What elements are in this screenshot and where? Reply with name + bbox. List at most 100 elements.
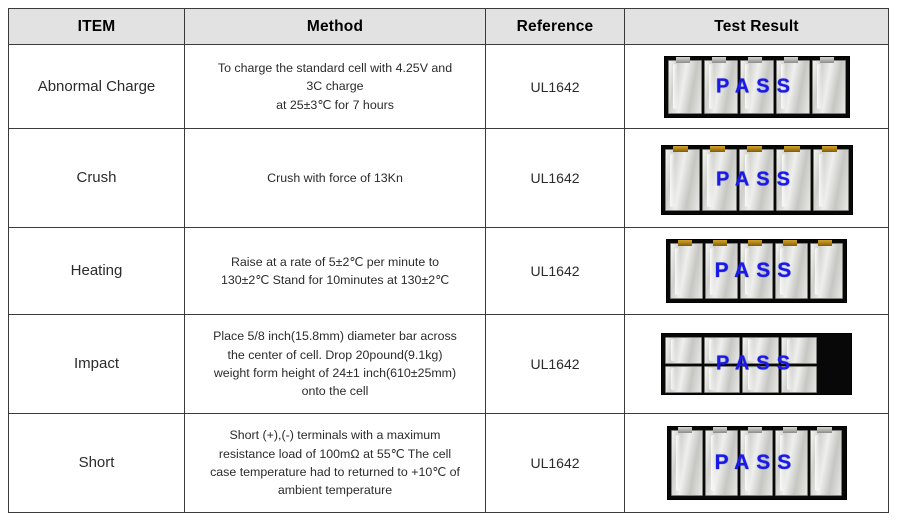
table-body: Abnormal Charge To charge the standard c… (8, 43, 889, 514)
cell-tab-icon (672, 146, 689, 153)
cell-tab-icon (747, 240, 763, 247)
item-name-cell: Abnormal Charge (8, 43, 185, 130)
method-line: 130±2℃ Stand for 10minutes at 130±2℃ (220, 273, 450, 288)
method-line: To charge the standard cell with 4.25V a… (217, 61, 453, 76)
battery-cell (780, 365, 818, 393)
cell-tab-icon (783, 56, 799, 63)
item-name-cell: Impact (8, 314, 185, 414)
impact-test-photo: PASS (661, 332, 852, 395)
item-label-line2: Charge (106, 77, 156, 95)
cell-tab-icon (678, 426, 693, 433)
cell-sheen (707, 153, 713, 207)
battery-cell (740, 240, 773, 300)
battery-cell-group (662, 146, 852, 214)
cell-sheen (818, 153, 825, 207)
battery-cell (774, 426, 808, 496)
battery-cell (740, 426, 773, 496)
battery-cell-group (668, 426, 846, 499)
method-line: Crush with force of 13Kn (267, 171, 403, 186)
method-line: onto the cell (301, 384, 369, 399)
cell-sheen (670, 339, 677, 362)
battery-cell (703, 336, 741, 364)
method-line: weight form height of 24±1 inch(610±25mm… (213, 365, 457, 380)
table-row: Heating Raise at a rate of 5±2℃ per minu… (8, 227, 889, 316)
test-result-cell: PASS (624, 314, 889, 414)
cell-tab-icon (711, 56, 727, 63)
cell-sheen (709, 368, 715, 391)
reference-cell: UL1642 (485, 412, 625, 514)
cell-sheen (745, 434, 751, 491)
cell-sheen (814, 434, 820, 491)
reference-cell: UL1642 (485, 314, 625, 414)
battery-cell (780, 336, 818, 364)
cell-tab-icon (675, 56, 691, 63)
battery-cell-group (662, 334, 851, 394)
cell-sheen (672, 63, 679, 110)
safety-test-sheet: ITEM Method Reference Test Result Abnorm… (0, 0, 900, 523)
battery-cell (670, 240, 703, 300)
method-cell: Raise at a rate of 5±2℃ per minute to 13… (184, 227, 486, 316)
battery-cell (705, 426, 739, 496)
battery-cell (739, 56, 774, 114)
cell-sheen (670, 153, 676, 207)
cell-sheen (780, 63, 787, 110)
short-test-photo: PASS (666, 425, 847, 500)
column-header-reference: Reference (485, 8, 625, 45)
method-line: resistance load of 100mΩ at 55℃ The cell (218, 446, 452, 461)
cell-tab-icon (710, 146, 726, 153)
crush-test-photo: PASS (660, 145, 853, 216)
battery-cell (703, 56, 738, 114)
method-line: Raise at a rate of 5±2℃ per minute to (230, 254, 440, 269)
reference-cell: UL1642 (485, 128, 625, 229)
cell-sheen (709, 339, 715, 362)
table-row: Crush Crush with force of 13Kn UL1642 PA… (8, 128, 889, 229)
cell-sheen (670, 368, 677, 391)
cell-sheen (781, 153, 788, 207)
table-header: ITEM Method Reference Test Result (8, 8, 889, 45)
item-label-line1: Abnormal (37, 77, 102, 95)
cell-sheen (710, 434, 716, 491)
test-result-cell: PASS (624, 227, 889, 316)
cell-sheen (748, 339, 754, 362)
item-name-cell: Heating (8, 227, 185, 316)
safety-test-table: ITEM Method Reference Test Result Abnorm… (8, 8, 889, 514)
cell-sheen (744, 63, 751, 110)
cell-tab-icon (713, 426, 728, 433)
cell-sheen (780, 247, 786, 296)
reference-cell: UL1642 (485, 227, 625, 316)
method-line: case temperature had to returned to +10℃… (210, 464, 460, 479)
item-name-cell: Short (8, 412, 185, 514)
battery-cell (738, 146, 775, 212)
cell-tab-icon (817, 426, 832, 433)
cell-tab-icon (784, 146, 800, 153)
method-line: at 25±3℃ for 7 hours (276, 97, 394, 112)
method-cell: Place 5/8 inch(15.8mm) diameter bar acro… (184, 314, 486, 414)
cell-tab-icon (747, 146, 763, 153)
cell-sheen (745, 247, 751, 296)
battery-cell (664, 146, 700, 212)
method-line: ambient temperature (277, 483, 393, 498)
battery-cell (705, 240, 738, 300)
reference-cell: UL1642 (485, 43, 625, 130)
battery-cell (670, 426, 704, 496)
cell-tab-icon (782, 426, 797, 433)
heating-test-photo: PASS (666, 239, 847, 304)
battery-cell (809, 426, 843, 496)
column-header-method: Method (184, 8, 486, 45)
cell-tab-icon (712, 240, 728, 247)
cell-sheen (675, 247, 681, 296)
method-line: Place 5/8 inch(15.8mm) diameter bar acro… (213, 329, 457, 344)
method-cell: Short (+),(-) terminals with a maximum r… (184, 412, 486, 514)
method-line: the center of cell. Drop 20pound(9.1kg) (227, 347, 443, 362)
battery-cell (775, 240, 808, 300)
battery-cell (742, 365, 779, 393)
table-row: Short Short (+),(-) terminals with a max… (8, 412, 889, 514)
battery-cell (665, 365, 702, 393)
cell-sheen (744, 153, 750, 207)
table-row: Impact Place 5/8 inch(15.8mm) diameter b… (8, 314, 889, 414)
cell-sheen (748, 368, 754, 391)
battery-cell (701, 146, 737, 212)
cell-sheen (816, 63, 823, 110)
abnormal-charge-test-photo: PASS (663, 55, 850, 118)
battery-cell (775, 56, 810, 114)
